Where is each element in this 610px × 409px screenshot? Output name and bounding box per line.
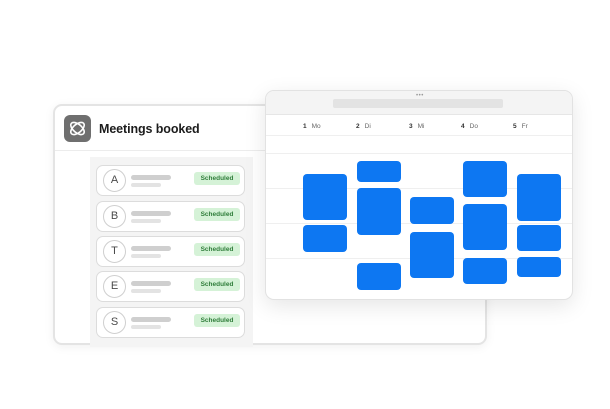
- calendar-event[interactable]: [517, 174, 561, 221]
- calendar-event[interactable]: [303, 225, 347, 252]
- avatar: T: [103, 240, 126, 263]
- day-number: 3: [409, 123, 413, 130]
- calendar-event[interactable]: [517, 257, 561, 277]
- calendar-event[interactable]: [410, 197, 454, 224]
- status-badge: Scheduled: [194, 278, 240, 291]
- detail-placeholder: [131, 183, 161, 187]
- detail-placeholder: [131, 289, 161, 293]
- orbit-logo-icon: [64, 115, 91, 142]
- day-header-mi: 3 Mi: [409, 123, 424, 130]
- status-badge: Scheduled: [194, 243, 240, 256]
- detail-placeholder: [131, 254, 161, 258]
- day-number: 2: [356, 123, 360, 130]
- address-bar[interactable]: [333, 99, 503, 108]
- calendar-event[interactable]: [357, 161, 401, 182]
- avatar: A: [103, 169, 126, 192]
- name-placeholder: [131, 175, 171, 180]
- day-header-fr: 5 Fr: [513, 123, 528, 130]
- calendar-event[interactable]: [410, 232, 454, 278]
- calendar-event[interactable]: [517, 225, 561, 251]
- day-header-mo: 1 Mo: [303, 123, 321, 130]
- detail-placeholder: [131, 219, 161, 223]
- calendar-event[interactable]: [357, 263, 401, 290]
- name-placeholder: [131, 211, 171, 216]
- contact-row[interactable]: S Scheduled: [96, 307, 245, 338]
- day-number: 4: [461, 123, 465, 130]
- avatar: S: [103, 311, 126, 334]
- calendar-event[interactable]: [357, 188, 401, 235]
- day-number: 5: [513, 123, 517, 130]
- contact-row[interactable]: E Scheduled: [96, 271, 245, 302]
- calendar-event[interactable]: [463, 204, 507, 250]
- detail-placeholder: [131, 325, 161, 329]
- status-badge: Scheduled: [194, 172, 240, 185]
- avatar: E: [103, 275, 126, 298]
- day-name: Di: [364, 123, 371, 130]
- grid-line: [266, 135, 572, 136]
- status-badge: Scheduled: [194, 314, 240, 327]
- calendar-event[interactable]: [463, 258, 507, 284]
- contact-row[interactable]: B Scheduled: [96, 201, 245, 232]
- grid-line: [266, 153, 572, 154]
- day-header-do: 4 Do: [461, 123, 478, 130]
- contact-row[interactable]: T Scheduled: [96, 236, 245, 267]
- day-header-di: 2 Di: [356, 123, 371, 130]
- name-placeholder: [131, 281, 171, 286]
- calendar-window: ••• 1 Mo 2 Di 3 Mi 4 Do 5 Fr: [265, 90, 573, 300]
- day-name: Fr: [521, 123, 528, 130]
- status-badge: Scheduled: [194, 208, 240, 221]
- meetings-title: Meetings booked: [99, 122, 200, 136]
- name-placeholder: [131, 317, 171, 322]
- day-number: 1: [303, 123, 307, 130]
- calendar-event[interactable]: [303, 174, 347, 220]
- calendar-event[interactable]: [463, 161, 507, 197]
- contact-list: A Scheduled B Scheduled T Scheduled E Sc…: [90, 157, 253, 347]
- day-name: Do: [469, 123, 478, 130]
- day-name: Mo: [311, 123, 321, 130]
- contact-row[interactable]: A Scheduled: [96, 165, 245, 196]
- calendar-topbar: •••: [266, 91, 572, 115]
- name-placeholder: [131, 246, 171, 251]
- day-name: Mi: [417, 123, 425, 130]
- avatar: B: [103, 205, 126, 228]
